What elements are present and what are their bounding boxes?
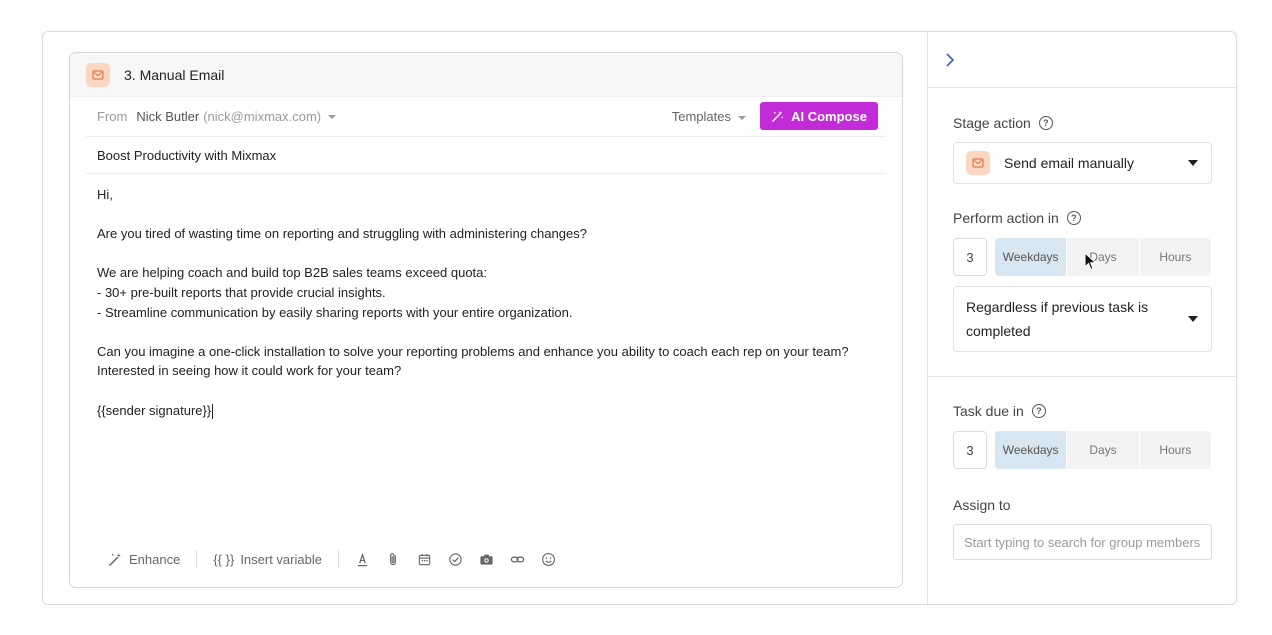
templates-chevron-down-icon	[738, 115, 746, 120]
stage-action-label: Stage action	[953, 115, 1031, 131]
composer-toolbar: Enhance {{ }} Insert variable	[108, 548, 572, 570]
email-body-editor[interactable]: Hi, Are you tired of wasting time on repo…	[97, 185, 887, 420]
ai-compose-label: AI Compose	[791, 108, 867, 124]
perform-unit-weekdays[interactable]: Weekdays	[995, 238, 1068, 276]
from-dropdown-chevron-icon[interactable]	[328, 114, 337, 119]
perform-unit-hours[interactable]: Hours	[1140, 238, 1211, 276]
condition-select[interactable]: Regardless if previous task is completed	[953, 286, 1212, 352]
enhance-button[interactable]: Enhance	[108, 552, 180, 567]
magic-wand-icon	[772, 110, 784, 122]
magic-wand-icon	[109, 552, 121, 566]
camera-icon[interactable]	[479, 551, 495, 567]
subject-text: Boost Productivity with Mixmax	[97, 147, 277, 163]
insert-variable-label: Insert variable	[240, 551, 322, 567]
dropdown-caret-icon	[1188, 160, 1198, 166]
email-body-line: Are you tired of wasting time on reporti…	[97, 226, 587, 242]
stage-action-label-row: Stage action ?	[953, 115, 1053, 131]
link-icon[interactable]	[510, 551, 526, 567]
stage-action-value: Send email manually	[1004, 155, 1134, 171]
email-body-line: We are helping coach and build top B2B s…	[97, 265, 488, 281]
enhance-label: Enhance	[129, 551, 181, 567]
email-body-line: - Streamline communication by easily sha…	[97, 304, 573, 320]
email-body-line: {{sender signature}}	[97, 402, 214, 419]
task-due-number-input[interactable]: 3	[953, 431, 987, 469]
composer-title: 3. Manual Email	[124, 66, 225, 83]
email-body-line	[97, 244, 887, 264]
task-due-unit-toggle: Weekdays Days Hours	[995, 431, 1211, 469]
chevron-right-icon[interactable]	[944, 52, 956, 68]
from-row: From Nick Butler (nick@mixmax.com) Templ…	[86, 97, 886, 137]
attachment-icon[interactable]	[386, 551, 402, 567]
text-format-icon[interactable]	[355, 551, 371, 567]
email-body-line	[97, 381, 887, 401]
assign-to-label: Assign to	[953, 497, 1011, 513]
task-check-icon[interactable]	[448, 551, 464, 567]
help-icon[interactable]: ?	[1031, 404, 1046, 418]
task-due-label: Task due in	[953, 403, 1024, 419]
calendar-icon[interactable]	[417, 551, 433, 567]
perform-action-label-row: Perform action in ?	[953, 210, 1081, 226]
email-step-icon	[966, 151, 990, 175]
perform-unit-days[interactable]: Days	[1067, 238, 1140, 276]
emoji-icon[interactable]	[541, 551, 557, 567]
templates-label: Templates	[671, 109, 731, 124]
stage-settings-panel: Stage action ? Send email manually Perfo…	[927, 32, 1236, 604]
task-due-unit-days[interactable]: Days	[1067, 431, 1140, 469]
email-body-line: Can you imagine a one-click installation…	[97, 343, 849, 359]
email-body-line: Interested in seeing how it could work f…	[97, 363, 402, 379]
help-icon[interactable]: ?	[1066, 211, 1081, 225]
insert-variable-button[interactable]: {{ }} Insert variable	[213, 552, 322, 567]
email-composer-card: 3. Manual Email From Nick Butler (nick@m…	[69, 52, 903, 588]
from-sender-email[interactable]: (nick@mixmax.com)	[203, 109, 321, 124]
variable-braces-icon: {{ }}	[213, 551, 235, 567]
perform-action-label: Perform action in	[953, 210, 1059, 226]
perform-action-unit-toggle: Weekdays Days Hours	[995, 238, 1211, 276]
task-due-label-row: Task due in ?	[953, 403, 1046, 419]
templates-dropdown[interactable]: Templates	[672, 109, 746, 124]
text-cursor	[212, 403, 214, 419]
email-body-line	[97, 322, 887, 342]
help-icon[interactable]: ?	[1038, 116, 1053, 130]
task-due-unit-weekdays[interactable]: Weekdays	[995, 431, 1068, 469]
ai-compose-button[interactable]: AI Compose	[760, 102, 878, 130]
subject-field[interactable]: Boost Productivity with Mixmax	[86, 137, 886, 174]
dropdown-caret-icon	[1188, 316, 1198, 322]
condition-value: Regardless if previous task is completed	[966, 299, 1149, 339]
from-sender-name[interactable]: Nick Butler	[136, 109, 199, 124]
assign-to-search-input[interactable]	[953, 524, 1212, 560]
email-body-line	[97, 205, 887, 225]
stage-action-select[interactable]: Send email manually	[953, 142, 1212, 184]
app-window: 3. Manual Email From Nick Butler (nick@m…	[42, 31, 1237, 605]
composer-header: 3. Manual Email	[70, 53, 902, 97]
email-body-line: - 30+ pre-built reports that provide cru…	[97, 284, 386, 300]
perform-action-number-input[interactable]: 3	[953, 238, 987, 276]
email-step-icon	[86, 62, 110, 87]
panel-header	[928, 32, 1236, 88]
mouse-pointer-icon	[1084, 252, 1097, 271]
assign-to-label-row: Assign to	[953, 497, 1011, 513]
toolbar-divider	[337, 550, 339, 568]
email-body-line: Hi,	[97, 187, 113, 202]
from-label: From	[97, 109, 128, 124]
toolbar-divider	[196, 550, 198, 568]
task-due-unit-hours[interactable]: Hours	[1140, 431, 1211, 469]
section-divider	[928, 376, 1236, 377]
